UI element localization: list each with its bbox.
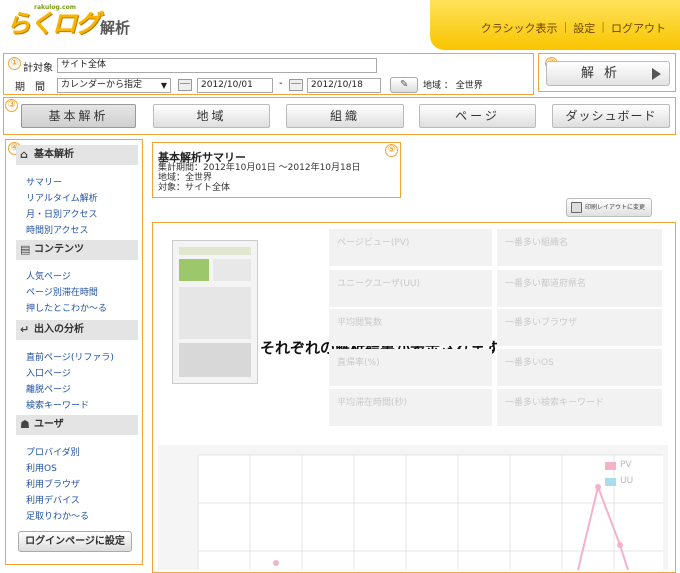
content-icon: ▤ [20,243,31,256]
tab-organization[interactable]: 組織 [286,104,404,128]
print-layout-button[interactable]: 印刷レイアウトに変更 [566,198,652,217]
users-icon: ☗ [20,418,30,431]
sidebar-link[interactable]: 人気ページ [26,269,71,282]
legend-pv-swatch [605,462,616,470]
sidebar-link[interactable]: 押したとこわか～る [26,301,107,314]
sidebar-section-title: 基本解析 [34,149,74,160]
nav-separator: | [601,20,605,33]
sidebar-section-header: ⌂ 基本解析 [16,145,138,165]
period-select-value: カレンダーから指定 [61,80,143,90]
date-to-field[interactable]: 2012/10/18 [307,78,381,93]
sidebar-link[interactable]: 足取りわか～る [26,509,89,522]
chevron-down-icon: ▼ [160,81,167,90]
stat-cell: 一番多い組織名 [497,229,662,266]
period-select[interactable]: カレンダーから指定 ▼ [57,78,171,93]
thumbnail-footer [179,343,251,377]
sidebar-link[interactable]: 利用デバイス [26,493,80,506]
printer-icon [571,202,582,213]
series-pv-point [595,484,601,490]
series-pv-point [617,542,623,548]
top-nav: クラシック表示 | 設定 | ログアウト [481,20,666,36]
sidebar-link[interactable]: 利用ブラウザ [26,477,80,490]
stat-cell: 一番多いブラウザ [497,309,662,346]
sidebar-section-header: ☗ ユーザ [16,415,138,435]
stat-cell: 一番多いOS [497,349,662,386]
sidebar-link[interactable]: 時間別アクセス [26,223,89,236]
nav-separator: | [563,20,568,33]
date-separator: - [279,78,283,89]
tab-basic-analysis[interactable]: 基本解析 [21,104,136,128]
target-label: 計対象 [23,63,53,74]
stat-cell: ユニークユーザ(UU) [329,270,492,307]
legend-pv-label: PV [620,460,632,470]
sidebar-link[interactable]: 月・日別アクセス [26,207,98,220]
sidebar-link[interactable]: 利用OS [26,461,57,474]
sidebar-link[interactable]: 検索キーワード [26,398,89,411]
trend-chart: PV UU [158,445,668,571]
entry-exit-icon: ↵ [20,323,30,336]
thumbnail-body [179,287,251,339]
tab-page[interactable]: ページ [419,104,536,128]
series-pv-point [273,560,279,566]
home-icon: ⌂ [20,148,28,161]
site-thumbnail [172,240,258,384]
sidebar-link[interactable]: サマリー [26,175,62,188]
stat-cell: 直帰率(%) [329,349,492,386]
play-icon [652,68,661,80]
login-page-button[interactable]: ログインページに設定 [18,531,132,552]
analyze-button-label: 解析 [580,66,627,81]
app-header: rakulog.com らくログ 解析 クラシック表示 | 設定 | ログアウト [0,0,680,50]
calendar-icon[interactable] [178,79,192,91]
target-field[interactable]: サイト全体 [57,58,377,73]
stat-cell: 一番多い検索キーワード [497,389,662,426]
pencil-icon: ✎ [400,79,409,90]
thumbnail-image [179,259,209,281]
thumbnail-block [213,259,251,281]
sidebar-section-header: ▤ コンテンツ [16,240,138,260]
sidebar-link[interactable]: 入口ページ [26,366,71,379]
nav-classic-view[interactable]: クラシック表示 [481,20,558,36]
nav-settings[interactable]: 設定 [573,20,595,36]
sidebar-section-title: 出入の分析 [34,324,84,335]
analyze-button[interactable]: 解析 [546,61,670,86]
print-layout-label: 印刷レイアウトに変更 [585,204,646,211]
sidebar-section-header: ↵ 出入の分析 [16,320,138,340]
sidebar-link[interactable]: ページ別滞在時間 [26,285,98,298]
period-label: 期 間 [15,82,45,93]
stat-cell: 一番多い都道府県名 [497,270,662,307]
sidebar-section-title: ユーザ [34,419,64,430]
region-edit-button[interactable]: ✎ [390,77,418,93]
calendar-icon[interactable] [289,79,303,91]
tab-dashboard[interactable]: ダッシュボード [552,104,670,128]
date-from-field[interactable]: 2012/10/01 [197,78,273,93]
nav-logout[interactable]: ログアウト [611,20,666,36]
trend-chart-svg [197,454,663,571]
legend-uu-label: UU [620,476,634,486]
marker-1: ① [8,57,21,70]
chart-plot-area [198,455,663,570]
marker-5: ⑤ [385,144,398,157]
sidebar-link[interactable]: リアルタイム解析 [26,191,98,204]
tab-region[interactable]: 地域 [153,104,270,128]
sidebar-section-title: コンテンツ [34,244,84,255]
marker-3: ③ [5,99,18,112]
sidebar-link[interactable]: 離脱ページ [26,382,71,395]
sidebar-link[interactable]: 直前ページ(リファラ) [26,350,114,363]
legend-uu-swatch [605,478,616,486]
logo-suffix: 解析 [100,19,131,37]
stat-cell: 平均閲覧数 [329,309,492,346]
region-label: 地域 ： 全世界 [423,81,483,91]
summary-target: 対象：サイト全体 [158,183,231,193]
logo[interactable]: rakulog.com らくログ 解析 [6,4,131,40]
sidebar-link[interactable]: プロバイダ別 [26,445,80,458]
thumbnail-header [179,247,251,255]
stat-cell: ページビュー(PV) [329,229,492,266]
stat-cell: 平均滞在時間(秒) [329,389,492,426]
logo-domain: rakulog.com [34,4,76,11]
sidebar: ⌂ 基本解析サマリーリアルタイム解析 月・日別アクセス 時間別アクセス ▤ コンテンツ人気… [16,145,138,562]
